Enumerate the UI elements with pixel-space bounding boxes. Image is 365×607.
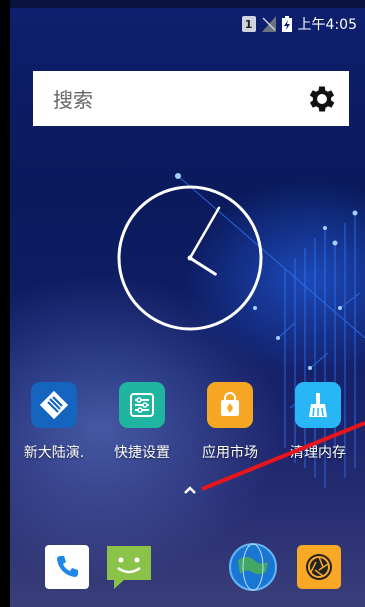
app-label: 快捷设置	[114, 445, 170, 461]
home-screen: 1 上午4:05 搜索 新大陆演. 快捷设置 应用市场 清理内存	[10, 8, 365, 607]
no-signal-icon	[261, 16, 276, 32]
clock-center	[187, 255, 193, 261]
app-label: 新大陆演.	[23, 445, 85, 461]
app-market[interactable]: 应用市场	[186, 382, 274, 472]
newland-demo-icon[interactable]	[31, 382, 77, 428]
clock-hour-hand	[188, 256, 217, 276]
status-time: 上午4:05	[297, 17, 357, 33]
status-bar: 1 上午4:05	[241, 14, 357, 34]
messaging-icon[interactable]	[104, 542, 154, 592]
analog-clock-widget[interactable]	[116, 184, 264, 332]
search-placeholder[interactable]: 搜索	[53, 84, 305, 113]
gear-icon[interactable]	[305, 82, 339, 116]
app-label: 应用市场	[202, 445, 258, 461]
app-quick-settings[interactable]: 快捷设置	[98, 382, 186, 472]
phone-icon[interactable]	[42, 542, 92, 592]
broom-icon[interactable]	[295, 382, 341, 428]
dock	[10, 538, 365, 598]
battery-charging-icon	[281, 16, 292, 32]
camera-icon[interactable]	[294, 542, 344, 592]
chevron-up-icon[interactable]	[182, 484, 198, 496]
sim-icon: 1	[241, 16, 256, 32]
search-bar[interactable]: 搜索	[33, 71, 349, 126]
browser-globe-icon[interactable]	[228, 542, 278, 592]
app-label: 清理内存	[290, 445, 346, 461]
app-memory-cleaner[interactable]: 清理内存	[274, 382, 362, 472]
app-market-icon[interactable]	[207, 382, 253, 428]
screen-left-edge	[0, 0, 10, 607]
clock-minute-hand	[188, 206, 221, 260]
quick-settings-icon[interactable]	[119, 382, 165, 428]
app-newland-demo[interactable]: 新大陆演.	[10, 382, 98, 472]
app-row: 新大陆演. 快捷设置 应用市场 清理内存	[10, 382, 365, 472]
